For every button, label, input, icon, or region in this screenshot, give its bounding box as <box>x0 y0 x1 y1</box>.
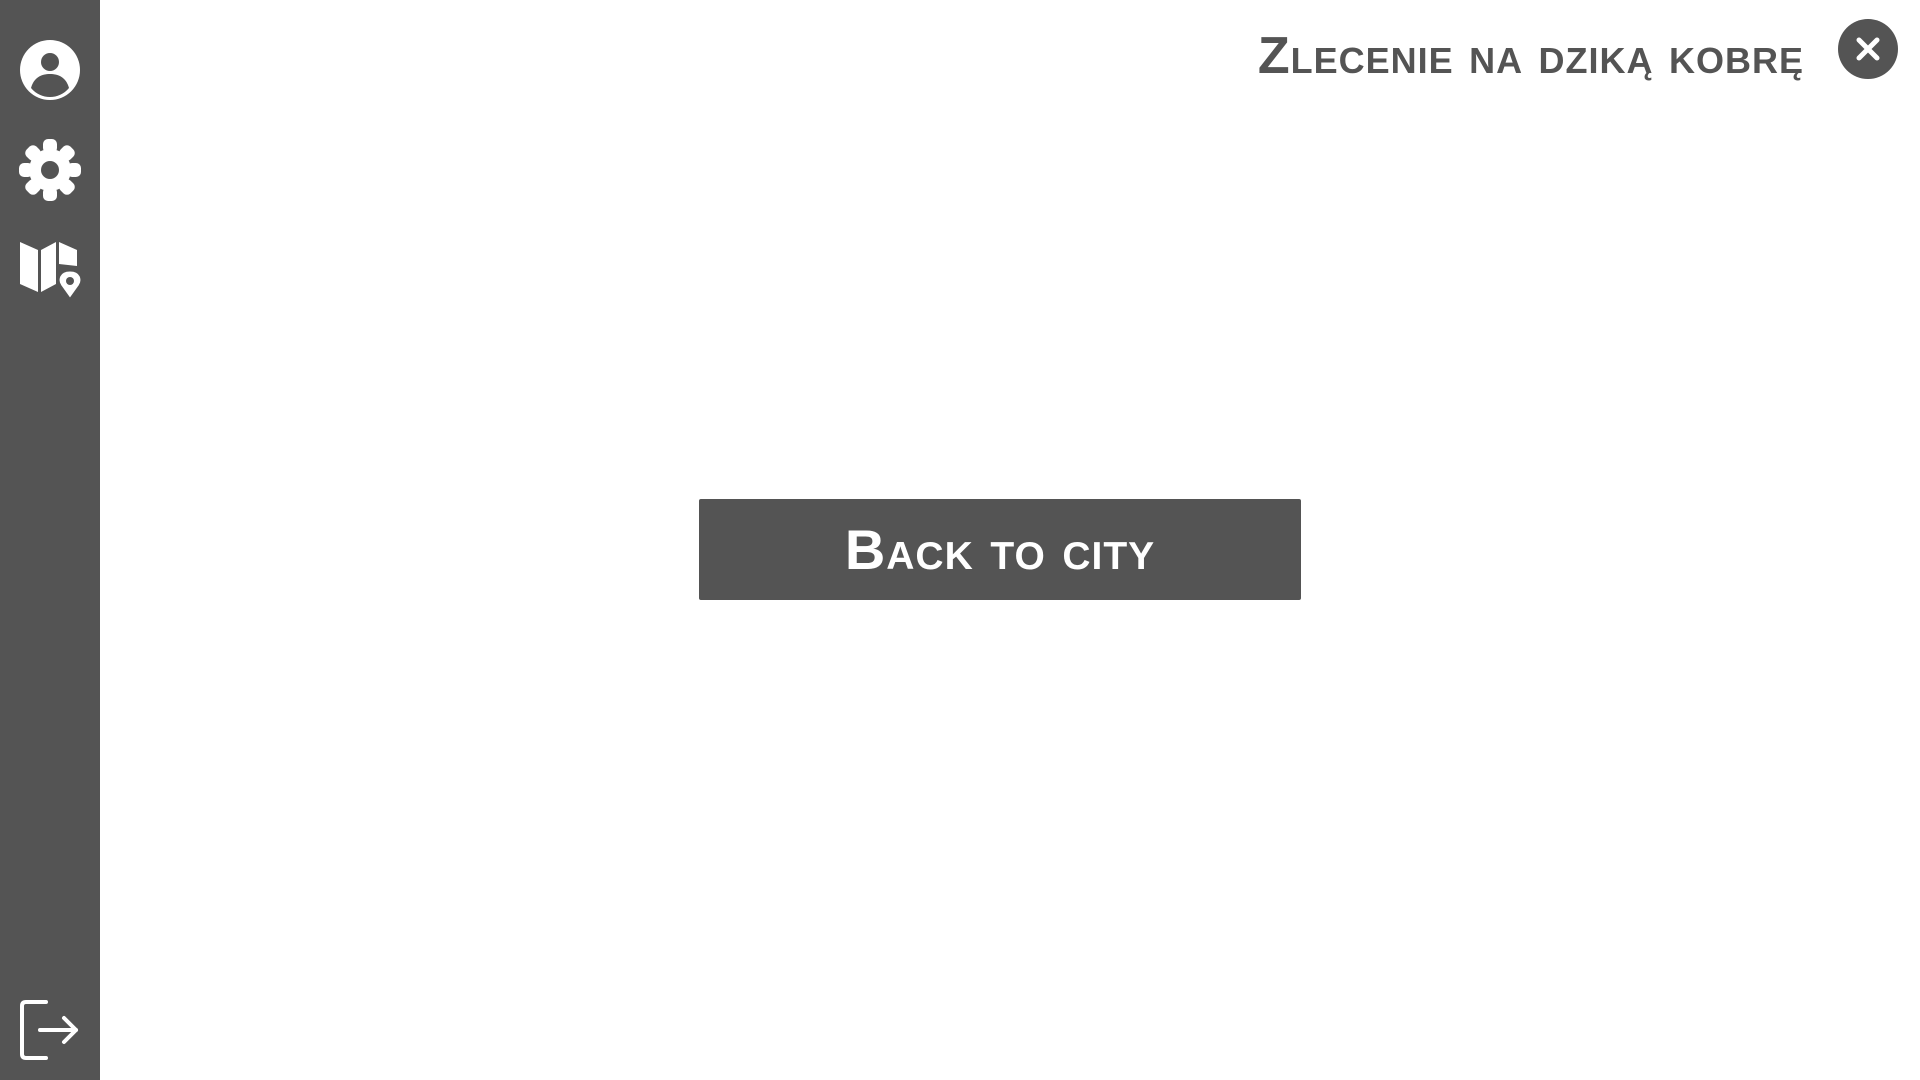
logout-button[interactable] <box>18 998 82 1062</box>
logout-icon <box>20 1000 78 1060</box>
user-circle-icon <box>20 40 80 100</box>
settings-button[interactable] <box>18 138 82 202</box>
close-button[interactable] <box>1838 19 1898 79</box>
map-pin-icon <box>20 242 82 302</box>
page-title: Zlecenie na dziką kobrę <box>1257 27 1804 85</box>
close-icon <box>1856 37 1880 61</box>
map-button[interactable] <box>18 238 82 302</box>
back-to-city-button[interactable]: Back to city <box>699 499 1301 600</box>
gear-icon <box>19 139 81 201</box>
profile-button[interactable] <box>18 38 82 102</box>
sidebar <box>0 0 100 1080</box>
